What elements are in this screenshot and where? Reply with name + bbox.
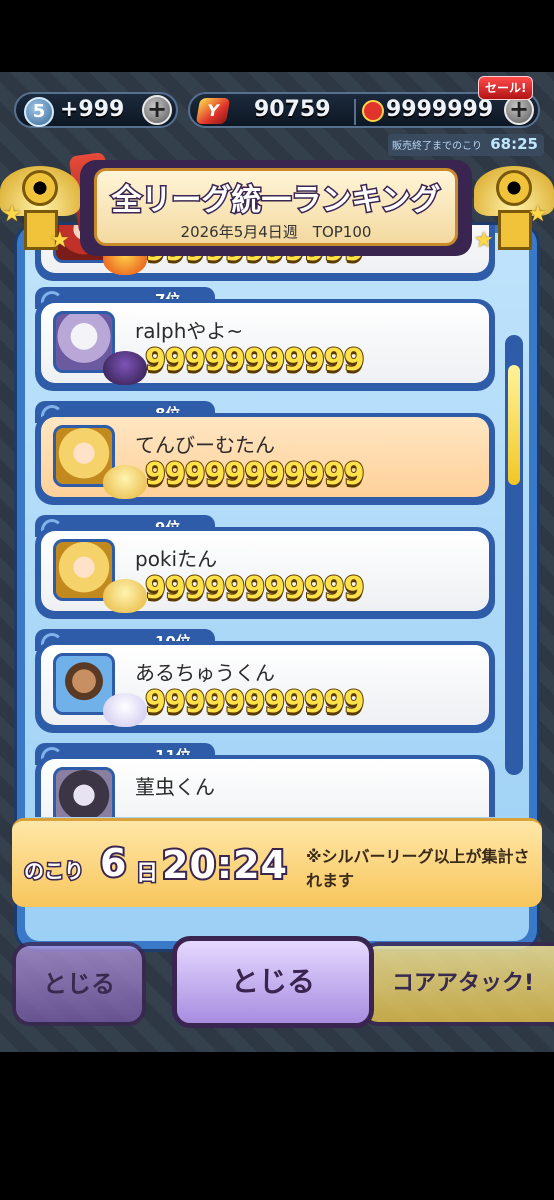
- ranking-banner: 全リーグ統一ランキング 2026年5月4日週 TOP100: [80, 160, 472, 256]
- score-attack-button[interactable]: コアアタック!: [360, 942, 554, 1026]
- player-score: 99999999999: [144, 570, 366, 607]
- game-screen: 5 +999 + Y 90759 9999999 + セール! 販売終了までのこ…: [0, 72, 554, 1052]
- coin-icon: 5: [24, 97, 54, 127]
- ticket-count: 90759: [254, 97, 331, 122]
- ranking-scrollbar[interactable]: [505, 335, 523, 775]
- star-icon: ★: [474, 228, 494, 253]
- coin-plus-button[interactable]: +: [142, 95, 172, 125]
- star-icon: ★: [50, 228, 70, 253]
- sale-badge[interactable]: セール!: [478, 76, 534, 100]
- star-icon: ★: [2, 202, 22, 227]
- yokai-icon: [103, 351, 147, 385]
- coin-pill[interactable]: 5 +999 +: [14, 92, 178, 128]
- yokai-icon: [103, 579, 147, 613]
- divider: [354, 99, 356, 125]
- currency-bar: 5 +999 + Y 90759 9999999 + セール!: [10, 76, 544, 132]
- sale-timer-value: 68:25: [490, 135, 538, 153]
- scrollbar-thumb[interactable]: [508, 365, 520, 485]
- pedestal-icon: [498, 210, 532, 250]
- heart-icon: [362, 100, 384, 122]
- ranking-row[interactable]: 9位 pokiたん 99999999999: [35, 515, 495, 619]
- ranking-card: あるちゅうくん 99999999999: [35, 641, 495, 733]
- ranking-card: 菫虫くん: [35, 755, 495, 817]
- remaining-days-unit: 日: [134, 860, 159, 888]
- close-button-background[interactable]: とじる: [12, 942, 146, 1026]
- coin-count: +999: [60, 97, 125, 122]
- ranking-card: pokiたん 99999999999: [35, 527, 495, 619]
- ranking-row[interactable]: 7位 ralphやよ~ 99999999999: [35, 287, 495, 391]
- star-icon: ★: [528, 202, 548, 227]
- ranking-card: てんびーむたん 99999999999: [35, 413, 495, 505]
- ranking-card: ralphやよ~ 99999999999: [35, 299, 495, 391]
- banner-face: 全リーグ統一ランキング 2026年5月4日週 TOP100: [94, 168, 458, 246]
- yokai-icon: [103, 693, 147, 727]
- winged-eye-emblem-right: ★ ★: [474, 152, 554, 262]
- remaining-time: 20:24: [160, 841, 289, 889]
- eye-icon: [496, 170, 532, 206]
- player-name: あるちゅうくん: [135, 661, 275, 685]
- player-name: てんびーむたん: [135, 433, 275, 457]
- player-score: 99999999999: [144, 684, 366, 721]
- winged-eye-emblem-left: ★ ★: [0, 152, 80, 262]
- player-score: 99999999999: [144, 342, 366, 379]
- remaining-label: のこり: [23, 858, 86, 885]
- league-note: ※シルバーリーグ以上が集計されます: [306, 847, 530, 890]
- ranking-list[interactable]: 99999999999 7位 ralphやよ~ 99999999999 8位: [35, 225, 505, 817]
- player-name: 菫虫くん: [135, 775, 215, 799]
- ranking-row-highlighted[interactable]: 8位 てんびーむたん 99999999999: [35, 401, 495, 505]
- sale-timer-label: 販売終了までのこり: [392, 141, 482, 152]
- eye-icon: [22, 170, 58, 206]
- remaining-time-bar: のこり 6 日 20:24 ※シルバーリーグ以上が集計されます: [12, 818, 542, 907]
- player-score: 99999999999: [144, 456, 366, 493]
- yokai-icon: [103, 465, 147, 499]
- close-button[interactable]: とじる: [172, 936, 374, 1028]
- player-name: ralphやよ~: [135, 319, 244, 343]
- ranking-row[interactable]: 11位 菫虫くん: [35, 743, 495, 817]
- ranking-row[interactable]: 10位 あるちゅうくん 99999999999: [35, 629, 495, 733]
- player-avatar: [53, 767, 115, 817]
- y-ticket-icon: Y: [195, 98, 231, 124]
- heart-count: 9999999: [386, 97, 494, 122]
- banner-title: 全リーグ統一ランキング: [110, 182, 442, 220]
- remaining-days: 6: [98, 839, 129, 887]
- banner-subtitle: 2026年5月4日週 TOP100: [180, 223, 372, 241]
- player-name: pokiたん: [135, 547, 218, 571]
